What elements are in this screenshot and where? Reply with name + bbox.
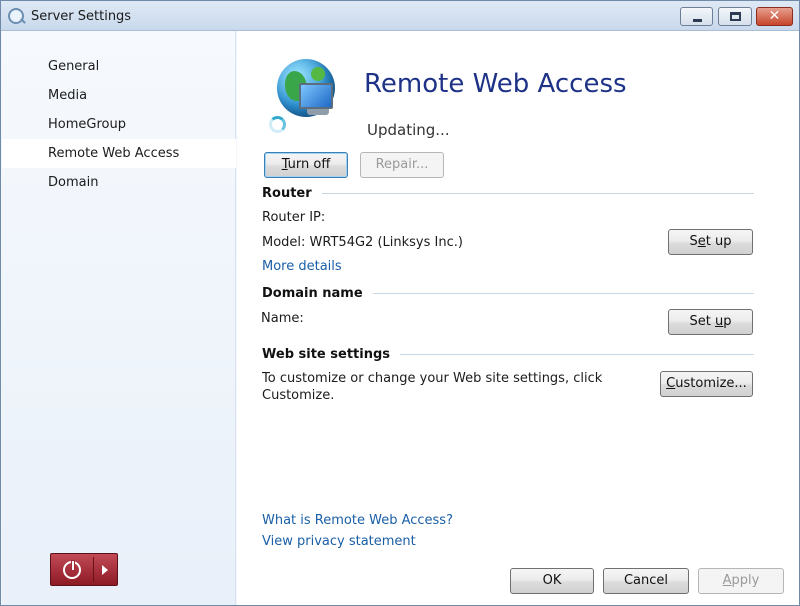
arrow-right-icon — [102, 565, 108, 575]
router-heading: Router — [262, 186, 322, 202]
web-site-settings-heading: Web site settings — [262, 347, 401, 363]
website-description-line1: To customize or change your Web site set… — [262, 371, 603, 386]
globe-land-shape — [311, 67, 325, 81]
ok-button[interactable]: OK — [510, 568, 594, 594]
turn-off-label-post: urn off — [287, 157, 331, 172]
apply-button[interactable]: Apply — [698, 568, 784, 594]
maximize-button[interactable] — [718, 7, 752, 26]
view-privacy-statement-link[interactable]: View privacy statement — [262, 534, 416, 549]
sidebar-item-domain[interactable]: Domain — [2, 168, 236, 197]
cancel-button[interactable]: Cancel — [603, 568, 689, 594]
domain-setup-label-post: p — [723, 314, 732, 329]
minimize-icon — [693, 19, 702, 22]
router-divider — [262, 193, 754, 194]
router-setup-button[interactable]: Set up — [668, 229, 753, 255]
sidebar: General Media HomeGroup Remote Web Acces… — [2, 31, 236, 605]
window-title: Server Settings — [31, 9, 132, 24]
close-icon: ✕ — [768, 8, 781, 24]
spinner-icon — [269, 116, 286, 133]
power-options-button[interactable] — [50, 553, 118, 586]
page-title: Remote Web Access — [364, 69, 627, 99]
router-setup-label-post: t up — [705, 234, 732, 249]
router-model-label: Model: WRT54G2 (Linksys Inc.) — [262, 235, 463, 250]
sidebar-item-general[interactable]: General — [2, 52, 236, 81]
domain-name-label: Name: — [261, 311, 304, 326]
title-bar[interactable]: Server Settings ✕ — [1, 1, 799, 31]
sidebar-item-media[interactable]: Media — [2, 81, 236, 110]
server-settings-window: Server Settings ✕ General Media HomeGrou… — [0, 0, 800, 606]
server-settings-icon — [8, 8, 24, 24]
apply-access-key: A — [722, 573, 732, 588]
more-details-link[interactable]: More details — [262, 259, 342, 274]
domain-name-heading: Domain name — [262, 286, 373, 302]
customize-label-post: ustomize... — [675, 376, 747, 391]
power-button-divider — [93, 557, 94, 582]
domain-setup-button[interactable]: Set up — [668, 309, 753, 335]
turn-off-button[interactable]: Turn off — [264, 152, 348, 178]
customize-access-key: C — [666, 376, 676, 391]
apply-label-post: pply — [731, 573, 760, 588]
what-is-remote-web-access-link[interactable]: What is Remote Web Access? — [262, 513, 453, 528]
customize-button[interactable]: Customize... — [660, 371, 753, 397]
repair-button[interactable]: Repair... — [360, 152, 444, 178]
minimize-button[interactable] — [680, 7, 713, 26]
sidebar-item-remote-web-access[interactable]: Remote Web Access — [2, 139, 236, 168]
power-icon — [63, 560, 81, 579]
sidebar-item-homegroup[interactable]: HomeGroup — [2, 110, 236, 139]
website-description-line2: Customize. — [262, 388, 335, 403]
status-text: Updating... — [367, 121, 450, 139]
router-setup-access-key: e — [697, 234, 706, 249]
monitor-icon — [299, 83, 333, 109]
maximize-icon — [730, 12, 741, 21]
close-button[interactable]: ✕ — [756, 7, 793, 26]
domain-setup-label-pre: Set — [689, 314, 715, 329]
router-ip-label: Router IP: — [262, 210, 326, 225]
main-content: Remote Web Access Updating... Turn off R… — [237, 31, 799, 605]
domain-setup-access-key: u — [714, 314, 724, 329]
router-setup-label-pre: S — [689, 234, 698, 249]
monitor-stand — [307, 109, 329, 115]
